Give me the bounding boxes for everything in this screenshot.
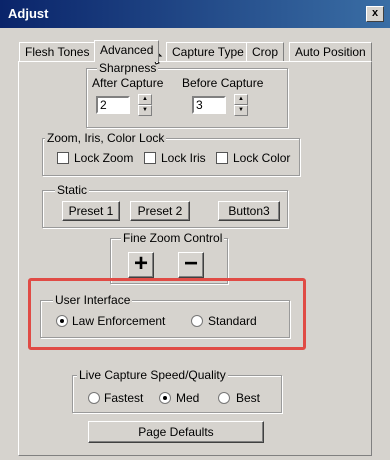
close-button[interactable]: x: [366, 6, 384, 22]
static-title: Static: [55, 183, 90, 197]
lock-iris-label: Lock Iris: [161, 151, 206, 165]
before-capture-label: Before Capture: [182, 76, 264, 90]
fine-zoom-title: Fine Zoom Control: [121, 231, 225, 245]
tab-advanced[interactable]: Advanced: [94, 40, 160, 62]
lock-color-checkbox[interactable]: [216, 152, 228, 164]
before-capture-input[interactable]: 3: [192, 96, 226, 114]
title-bar[interactable]: Adjust x: [0, 0, 390, 28]
med-radio[interactable]: [159, 392, 171, 404]
spin-down-icon[interactable]: ▼: [138, 105, 152, 116]
law-enforcement-radio[interactable]: [56, 315, 68, 327]
standard-label: Standard: [208, 314, 257, 328]
after-capture-spinner[interactable]: ▲ ▼: [138, 94, 152, 116]
lock-zoom-label: Lock Zoom: [74, 151, 134, 165]
zoom-out-button[interactable]: −: [178, 252, 204, 278]
adjust-window: Adjust x Flesh Tones Advanced Capture Ty…: [0, 0, 390, 460]
tab-capture-type[interactable]: Capture Type: [166, 42, 250, 61]
user-interface-title: User Interface: [53, 293, 133, 307]
preset-2-button[interactable]: Preset 2: [130, 201, 190, 221]
standard-radio[interactable]: [191, 315, 203, 327]
lock-iris-checkbox[interactable]: [144, 152, 156, 164]
fastest-radio[interactable]: [88, 392, 100, 404]
best-label: Best: [236, 391, 261, 405]
tab-flesh-tones[interactable]: Flesh Tones: [19, 42, 96, 61]
med-label: Med: [176, 391, 200, 405]
live-capture-title: Live Capture Speed/Quality: [77, 368, 228, 382]
window-title: Adjust: [8, 6, 49, 21]
tab-auto-position[interactable]: Auto Position: [289, 42, 372, 61]
lock-color-label: Lock Color: [233, 151, 291, 165]
after-capture-input[interactable]: 2: [96, 96, 130, 114]
preset-1-button[interactable]: Preset 1: [62, 201, 120, 221]
before-capture-spinner[interactable]: ▲ ▼: [234, 94, 248, 116]
zoom-lock-title: Zoom, Iris, Color Lock: [45, 131, 167, 145]
law-enforcement-label: Law Enforcement: [72, 314, 166, 328]
spin-up-icon[interactable]: ▲: [138, 94, 152, 105]
spin-up-icon[interactable]: ▲: [234, 94, 248, 105]
page-defaults-button[interactable]: Page Defaults: [88, 421, 264, 443]
after-capture-label: After Capture: [92, 76, 164, 90]
tab-strip: Flesh Tones Advanced Capture Type Crop A…: [0, 40, 390, 62]
fastest-label: Fastest: [104, 391, 144, 405]
tab-crop[interactable]: Crop: [246, 42, 285, 61]
best-radio[interactable]: [218, 392, 230, 404]
lock-zoom-checkbox[interactable]: [57, 152, 69, 164]
button3-button[interactable]: Button3: [218, 201, 280, 221]
spin-down-icon[interactable]: ▼: [234, 105, 248, 116]
zoom-in-button[interactable]: +: [128, 252, 154, 278]
